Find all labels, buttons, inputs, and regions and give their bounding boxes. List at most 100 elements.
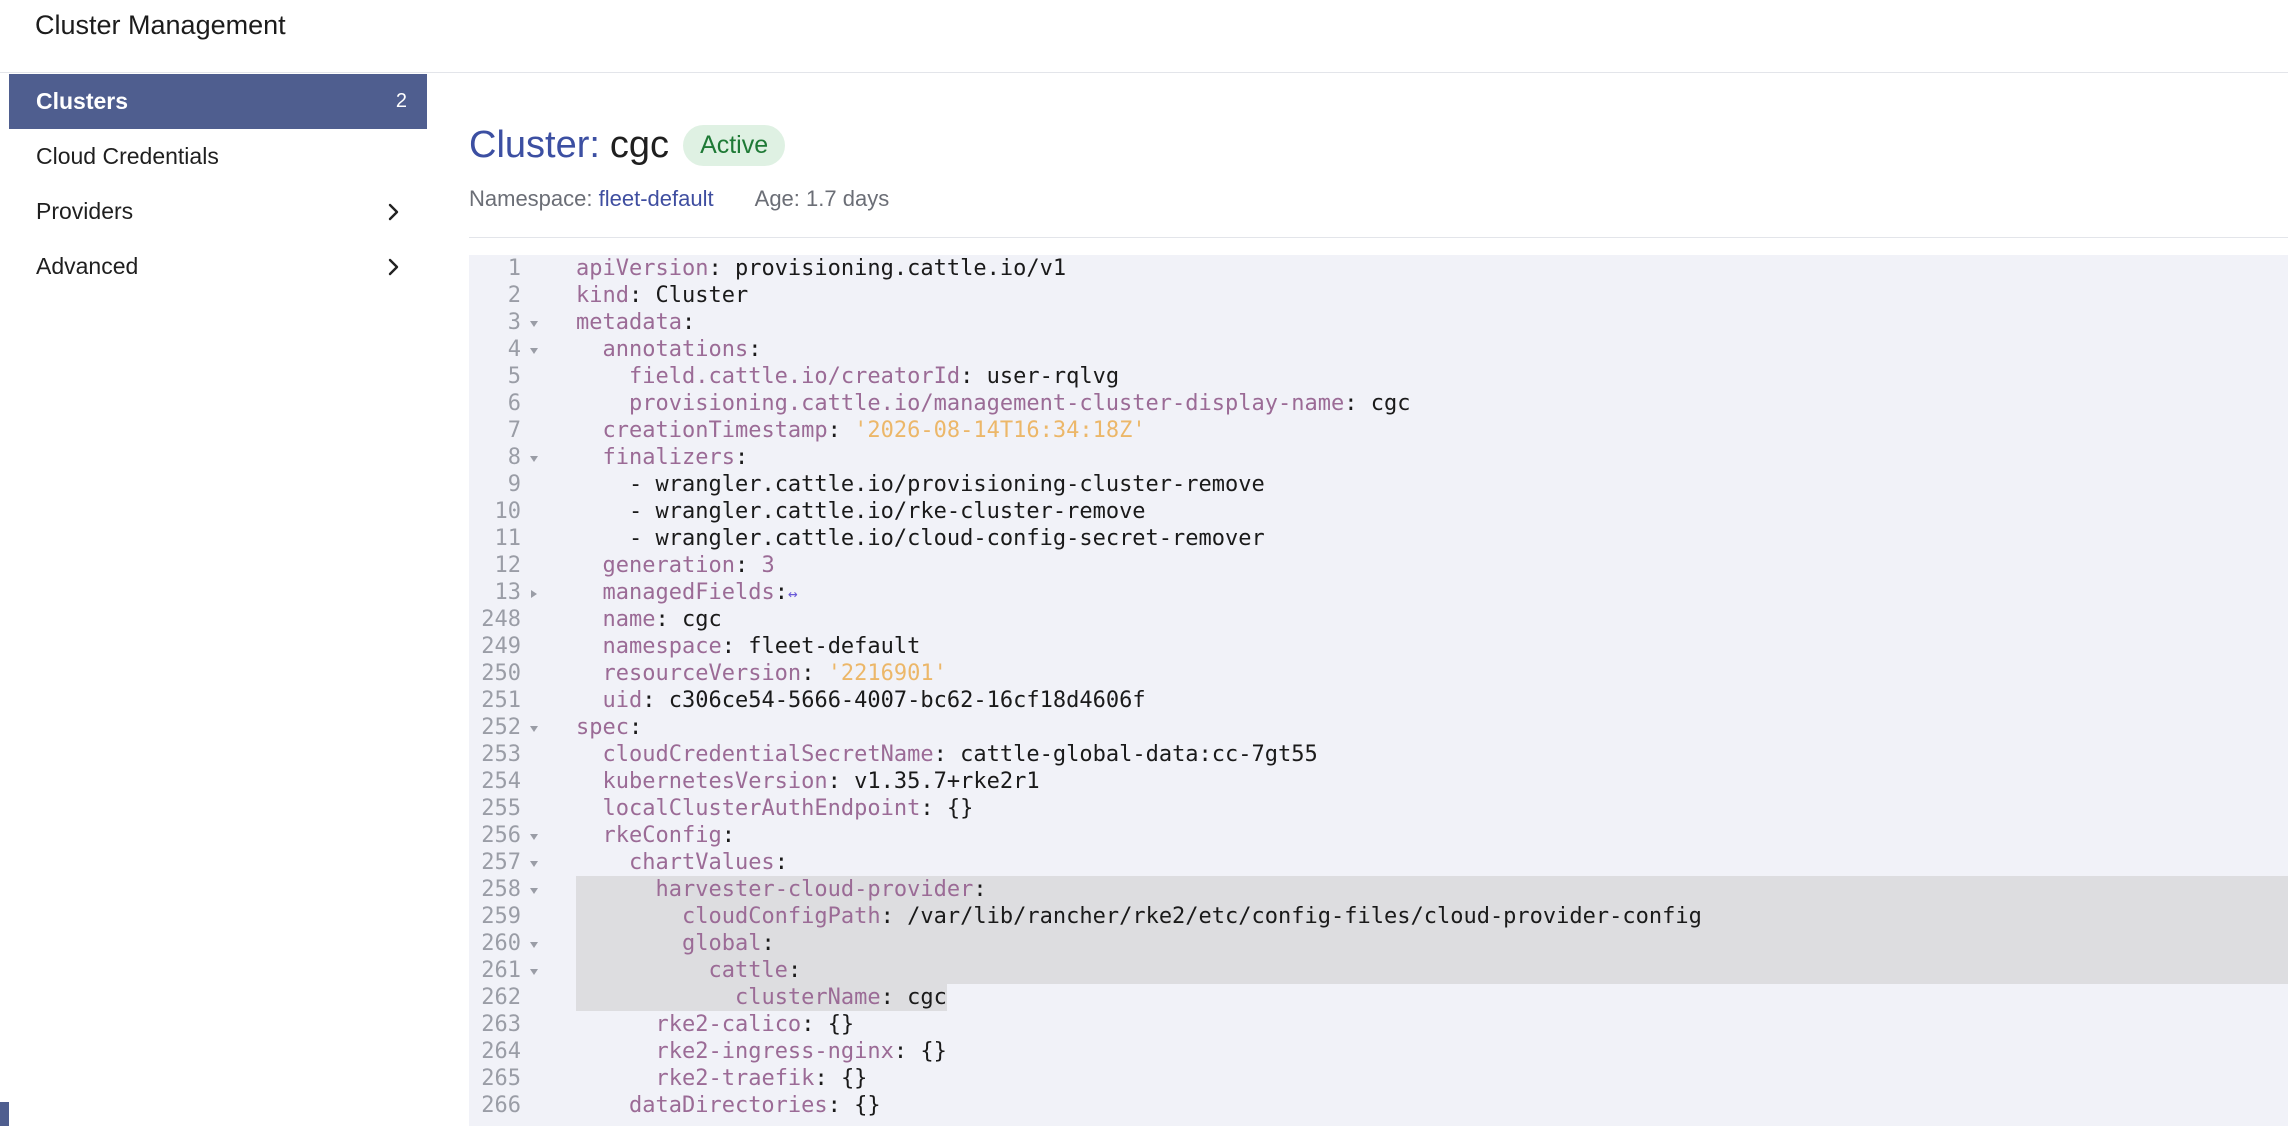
line-number: 249	[481, 634, 521, 659]
fold-closed-icon[interactable]	[527, 579, 543, 606]
code-text: cattle:	[708, 958, 802, 983]
line-number: 252	[481, 715, 521, 740]
line-number: 7	[507, 418, 521, 443]
sidebar-item-providers[interactable]: Providers	[9, 184, 427, 239]
yaml-key: spec	[576, 715, 629, 740]
line-number: 265	[481, 1066, 521, 1091]
yaml-key: kind	[576, 283, 629, 308]
yaml-key: kubernetesVersion	[602, 769, 828, 794]
page-title: Cluster: cgc Active	[469, 118, 889, 172]
line-number: 3	[507, 310, 521, 335]
namespace-label: Namespace:	[469, 186, 593, 211]
editor-line: 253 cloudCredentialSecretName: cattle-gl…	[469, 741, 2288, 768]
editor-line: 265 rke2-traefik: {}	[469, 1065, 2288, 1092]
line-number: 260	[481, 931, 521, 956]
yaml-value: provisioning.cattle.io/v1	[734, 256, 1067, 281]
top-bar: Cluster Management	[0, 0, 2288, 73]
line-number: 266	[481, 1093, 521, 1118]
code-text: namespace: fleet-default	[602, 634, 921, 659]
fold-open-icon[interactable]	[527, 336, 543, 363]
editor-line: 7 creationTimestamp: '2026-08-14T16:34:1…	[469, 417, 2288, 444]
editor-line: 255 localClusterAuthEndpoint: {}	[469, 795, 2288, 822]
yaml-key: creationTimestamp	[602, 418, 828, 443]
fold-open-icon[interactable]	[527, 714, 543, 741]
editor-line: 11 - wrangler.cattle.io/cloud-config-sec…	[469, 525, 2288, 552]
code-text: rke2-ingress-nginx: {}	[655, 1039, 947, 1064]
yaml-key: rkeConfig	[602, 823, 722, 848]
namespace-link[interactable]: fleet-default	[599, 186, 714, 211]
code-text: resourceVersion: '2216901'	[602, 661, 947, 686]
age-label: Age:	[754, 186, 800, 211]
editor-line: 12 generation: 3	[469, 552, 2288, 579]
clusters-count-badge: 2	[395, 90, 407, 112]
code-text: finalizers:	[602, 445, 749, 470]
line-number: 2	[507, 283, 521, 308]
cluster-meta: Namespace: fleet-default Age: 1.7 days	[469, 186, 889, 212]
line-number: 5	[507, 364, 521, 389]
fold-open-icon[interactable]	[527, 309, 543, 336]
sidebar-resize-handle[interactable]	[0, 1102, 9, 1126]
code-text: - wrangler.cattle.io/provisioning-cluste…	[628, 472, 1265, 497]
sidebar-item-clusters[interactable]: Clusters 2	[9, 74, 427, 129]
yaml-value: '2216901'	[827, 661, 947, 686]
sidebar-item-cloud-credentials[interactable]: Cloud Credentials	[9, 129, 427, 184]
line-number: 257	[481, 850, 521, 875]
yaml-key: finalizers	[602, 445, 735, 470]
text-selection	[576, 930, 2288, 957]
header-divider	[469, 237, 2288, 238]
yaml-key: generation	[602, 553, 735, 578]
yaml-key: metadata	[576, 310, 682, 335]
fold-open-icon[interactable]	[527, 876, 543, 903]
yaml-value: wrangler.cattle.io/cloud-config-secret-r…	[655, 526, 1265, 551]
sidebar-item-advanced[interactable]: Advanced	[9, 239, 427, 294]
code-text: rke2-calico: {}	[655, 1012, 855, 1037]
fold-open-icon[interactable]	[527, 822, 543, 849]
fold-open-icon[interactable]	[527, 957, 543, 984]
line-number: 12	[494, 553, 522, 578]
code-text: harvester-cloud-provider:	[655, 877, 987, 902]
editor-line: 4 annotations:	[469, 336, 2288, 363]
line-number: 254	[481, 769, 521, 794]
line-number: 4	[507, 337, 521, 362]
code-text: spec:	[576, 715, 643, 740]
editor-line: 9 - wrangler.cattle.io/provisioning-clus…	[469, 471, 2288, 498]
editor-line: 263 rke2-calico: {}	[469, 1011, 2288, 1038]
line-number: 255	[481, 796, 521, 821]
fold-open-icon[interactable]	[527, 444, 543, 471]
yaml-value: fleet-default	[748, 634, 921, 659]
fold-open-icon[interactable]	[527, 849, 543, 876]
editor-line: 261 cattle:	[469, 957, 2288, 984]
line-number: 263	[481, 1012, 521, 1037]
editor-line: 250 resourceVersion: '2216901'	[469, 660, 2288, 687]
editor-line: 251 uid: c306ce54-5666-4007-bc62-16cf18d…	[469, 687, 2288, 714]
editor-line: 1 apiVersion: provisioning.cattle.io/v1	[469, 255, 2288, 282]
yaml-editor[interactable]: 1 apiVersion: provisioning.cattle.io/v1 2 k…	[469, 255, 2288, 1126]
editor-line: 266 dataDirectories: {}	[469, 1092, 2288, 1119]
app-title: Cluster Management	[35, 10, 286, 40]
yaml-key: chartValues	[628, 850, 775, 875]
yaml-value: {}	[946, 796, 974, 821]
yaml-key: clusterName	[734, 985, 881, 1010]
line-number: 253	[481, 742, 521, 767]
fold-open-icon[interactable]	[527, 930, 543, 957]
text-selection	[576, 957, 2288, 984]
page-title-prefix: Cluster:	[469, 123, 600, 166]
code-text: annotations:	[602, 337, 762, 362]
editor-line: 6 provisioning.cattle.io/management-clus…	[469, 390, 2288, 417]
age-value: 1.7 days	[806, 186, 890, 211]
code-text: name: cgc	[602, 607, 722, 632]
collapsed-ellipsis-icon[interactable]: ↔	[788, 584, 798, 603]
editor-line: 254 kubernetesVersion: v1.35.7+rke2r1	[469, 768, 2288, 795]
code-text: field.cattle.io/creatorId: user-rqlvg	[628, 364, 1120, 389]
yaml-value: 3	[761, 553, 775, 578]
line-number: 261	[481, 958, 521, 983]
yaml-value: {}	[840, 1066, 868, 1091]
line-number: 8	[507, 445, 521, 470]
code-text: - wrangler.cattle.io/rke-cluster-remove	[628, 499, 1146, 524]
line-number: 250	[481, 661, 521, 686]
sidebar-item-label: Providers	[36, 198, 134, 224]
yaml-key: resourceVersion	[602, 661, 802, 686]
code-text: creationTimestamp: '2026-08-14T16:34:18Z…	[602, 418, 1146, 443]
code-text: chartValues:	[628, 850, 788, 875]
line-number: 251	[481, 688, 521, 713]
